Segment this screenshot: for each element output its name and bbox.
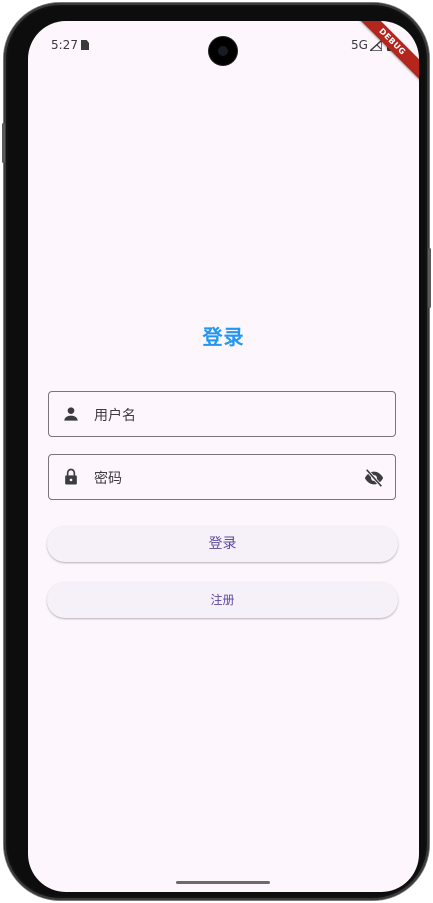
username-field[interactable]: 用户名: [48, 391, 396, 437]
front-camera: [209, 37, 237, 65]
debug-banner: DEBUG: [348, 21, 419, 86]
person-icon: [64, 407, 78, 421]
page-title: 登录: [202, 325, 245, 349]
username-label: 用户名: [94, 408, 136, 424]
home-indicator[interactable]: [176, 881, 270, 884]
side-button-right: [428, 248, 431, 308]
status-time: 5:27: [51, 38, 78, 52]
status-network: 5G: [351, 38, 368, 52]
login-button[interactable]: 登录: [47, 526, 398, 562]
signal-icon: [370, 40, 382, 51]
status-bar: 5:27 5G DEBUG: [28, 21, 419, 86]
visibility-off-icon[interactable]: [363, 467, 385, 489]
password-field[interactable]: 密码: [48, 454, 396, 500]
sim-card-icon: [81, 40, 89, 50]
phone-frame: 5:27 5G DEBUG 登录 用户名 密码 登录 注册: [2, 3, 431, 900]
register-button[interactable]: 注册: [47, 582, 398, 618]
app-screen: 5:27 5G DEBUG 登录 用户名 密码 登录 注册: [28, 21, 419, 892]
side-button-left: [2, 123, 5, 163]
password-label: 密码: [94, 471, 122, 487]
lock-icon: [65, 468, 77, 485]
